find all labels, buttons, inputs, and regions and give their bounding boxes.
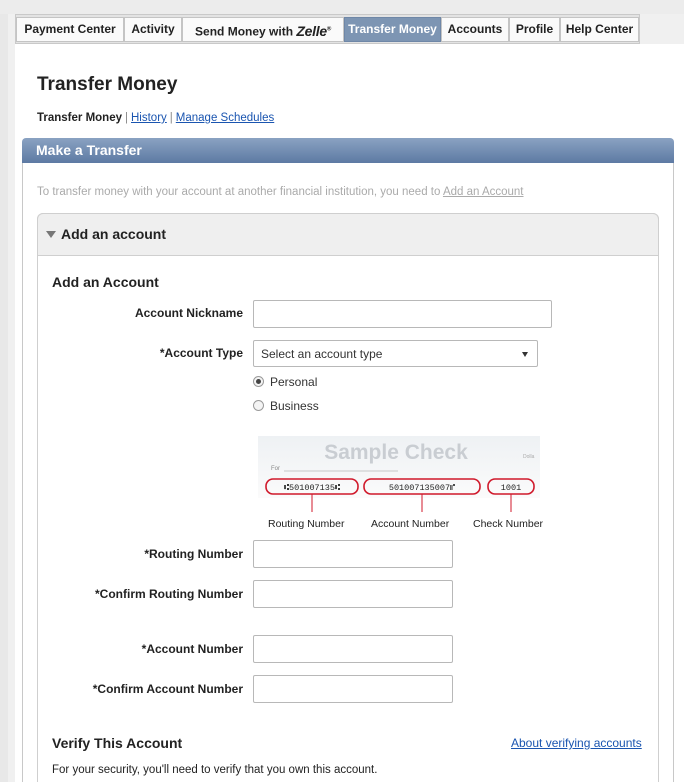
- check-number-caption: Check Number: [473, 518, 544, 530]
- browser-top-strip: [0, 0, 684, 14]
- chevron-down-icon: [522, 352, 528, 357]
- tab-label: Activity: [131, 22, 175, 36]
- routing-number-label: *Routing Number: [144, 547, 243, 561]
- subnav-separator: |: [169, 112, 173, 124]
- routing-number-input[interactable]: [253, 540, 453, 568]
- info-text-body: To transfer money with your account at a…: [37, 186, 443, 198]
- about-verifying-link[interactable]: About verifying accounts: [511, 736, 642, 750]
- main-nav: Payment Center Activity Send Money with …: [15, 14, 640, 44]
- subnav-separator: |: [125, 112, 128, 124]
- routing-number-caption: Routing Number: [268, 518, 345, 530]
- page-title: Transfer Money: [37, 74, 178, 95]
- subnav-current: Transfer Money: [37, 112, 122, 124]
- sample-check-title: Sample Check: [324, 441, 468, 464]
- account-type-select[interactable]: Select an account type: [253, 340, 538, 367]
- accordion-title[interactable]: Add an account: [61, 226, 166, 242]
- account-type-label: *Account Type: [159, 346, 243, 360]
- add-account-link[interactable]: Add an Account: [443, 186, 524, 198]
- tab-accounts[interactable]: Accounts: [441, 17, 509, 42]
- tab-profile[interactable]: Profile: [509, 17, 560, 42]
- add-account-heading: Add an Account: [52, 274, 159, 290]
- nickname-label: Account Nickname: [134, 306, 243, 320]
- check-dollars-label: Dolla: [523, 454, 535, 460]
- check-account-digits: 501007135007⑈: [389, 483, 456, 493]
- account-nickname-input[interactable]: [253, 300, 552, 328]
- tab-label: Send Money with: [195, 24, 294, 39]
- account-number-label: *Account Number: [141, 642, 243, 656]
- account-number-input[interactable]: [253, 635, 453, 663]
- tab-label: Transfer Money: [348, 22, 437, 36]
- tab-transfer-money[interactable]: Transfer Money: [344, 17, 441, 42]
- tab-send-money-zelle[interactable]: Send Money with Zelle®: [182, 17, 344, 42]
- check-number-digits: 1001: [501, 483, 521, 493]
- zelle-logo-text: Zelle: [296, 22, 327, 39]
- radio-business-button[interactable]: [253, 400, 264, 411]
- manage-schedules-link[interactable]: Manage Schedules: [176, 112, 274, 124]
- account-type-selected: Select an account type: [261, 347, 383, 361]
- verify-description: For your security, you'll need to verify…: [52, 764, 378, 776]
- triangle-down-icon[interactable]: [46, 231, 56, 238]
- tab-activity[interactable]: Activity: [124, 17, 182, 42]
- confirm-account-input[interactable]: [253, 675, 453, 703]
- tab-label: Accounts: [447, 22, 503, 36]
- tab-label: Help Center: [565, 22, 634, 36]
- history-link[interactable]: History: [131, 112, 167, 124]
- verify-heading: Verify This Account: [52, 735, 183, 751]
- radio-personal-label: Personal: [270, 375, 318, 389]
- breadcrumb: Transfer Money | History | Manage Schedules: [37, 112, 274, 124]
- tab-help-center[interactable]: Help Center: [560, 17, 639, 42]
- make-transfer-header: Make a Transfer: [22, 138, 674, 163]
- radio-business-label: Business: [270, 399, 319, 413]
- info-text: To transfer money with your account at a…: [37, 186, 524, 198]
- check-routing-digits: ⑆501007135⑆: [284, 483, 341, 493]
- tab-payment-center[interactable]: Payment Center: [16, 17, 124, 42]
- radio-personal-button[interactable]: [253, 376, 264, 387]
- tab-label: Profile: [515, 22, 554, 36]
- sample-check-image: Sample Check Dolla For ⑆501007135⑆ 50100…: [258, 436, 540, 512]
- account-number-caption: Account Number: [371, 518, 450, 530]
- tab-label: Payment Center: [24, 22, 116, 36]
- zelle-logo: Zelle®: [296, 22, 331, 39]
- confirm-routing-input[interactable]: [253, 580, 453, 608]
- check-for-label: For: [271, 466, 280, 472]
- confirm-account-label: *Confirm Account Number: [92, 682, 243, 696]
- left-edge-strip: [0, 14, 8, 782]
- confirm-routing-label: *Confirm Routing Number: [95, 587, 243, 601]
